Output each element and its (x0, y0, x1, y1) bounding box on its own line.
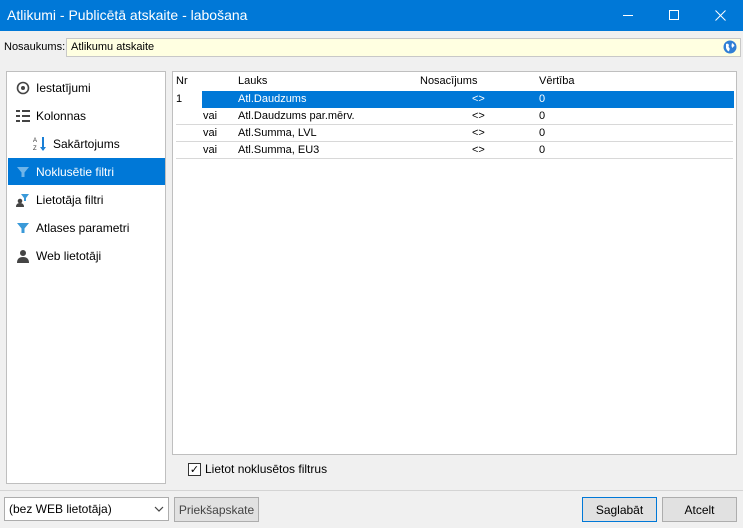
column-header-condition[interactable]: Nosacījums (420, 75, 477, 87)
cell-field: Atl.Summa, EU3 (238, 144, 320, 156)
cell-nr: 1 (176, 93, 183, 105)
name-row: Nosaukums: Atlikumu atskaite (0, 36, 743, 58)
sidebar-item-label: Sakārtojums (53, 136, 120, 151)
sidebar-item-label: Web lietotāji (36, 248, 102, 263)
cell-field: Atl.Daudzums (238, 93, 307, 105)
sort-az-icon: AZ (33, 136, 47, 152)
cell-conjunction: vai (203, 144, 218, 156)
sidebar-item-label: Lietotāja filtri (36, 192, 104, 207)
grid-header: Nr Lauks Nosacījums Vērtība (173, 72, 736, 91)
table-row[interactable]: vai Atl.Summa, EU3 <> 0 (173, 142, 736, 159)
table-row[interactable]: 1 Atl.Daudzums <> 0 (173, 91, 736, 108)
sidebar-item-columns[interactable]: Kolonnas (8, 102, 165, 129)
sidebar-item-label: Kolonnas (36, 108, 87, 123)
name-label: Nosaukums: (4, 41, 66, 53)
cell-value: 0 (539, 127, 546, 139)
sidebar-item-web-users[interactable]: Web lietotāji (8, 242, 165, 269)
maximize-icon (668, 10, 679, 20)
funnel-icon (16, 165, 30, 179)
sidebar-item-sorting[interactable]: AZ Sakārtojums (8, 130, 165, 157)
column-header-value[interactable]: Vērtība (539, 75, 574, 87)
filters-grid: Nr Lauks Nosacījums Vērtība 1 Atl.Daudzu… (172, 71, 737, 455)
table-row[interactable]: vai Atl.Daudzums par.mērv. <> 0 (173, 108, 736, 125)
cell-field: Atl.Summa, LVL (238, 127, 317, 139)
sidebar-item-default-filters[interactable]: Noklusētie filtri (8, 158, 165, 185)
sidebar-item-settings[interactable]: Iestatījumi (8, 74, 165, 101)
cell-conjunction: vai (203, 110, 218, 122)
minimize-button[interactable] (605, 0, 651, 31)
cell-value: 0 (539, 93, 546, 105)
use-default-filters-checkbox[interactable]: ✓ (188, 462, 201, 476)
cell-condition: <> (472, 93, 485, 105)
user-filter-icon (16, 193, 30, 207)
minimize-icon (622, 15, 633, 16)
column-header-nr[interactable]: Nr (176, 75, 188, 87)
cell-value: 0 (539, 110, 546, 122)
funnel-icon (16, 221, 30, 235)
cell-condition: <> (472, 110, 485, 122)
svg-text:Z: Z (33, 146, 37, 152)
checkbox-label: Lietot noklusētos filtrus (205, 462, 328, 476)
sidebar-item-selection-params[interactable]: Atlases parametri (8, 214, 165, 241)
cancel-button[interactable]: Atcelt (662, 497, 737, 522)
column-header-field[interactable]: Lauks (238, 75, 267, 87)
close-button[interactable] (697, 0, 743, 31)
cell-condition: <> (472, 144, 485, 156)
sidebar-item-label: Atlases parametri (36, 220, 130, 235)
gear-icon (16, 81, 30, 95)
sidebar-item-user-filters[interactable]: Lietotāja filtri (8, 186, 165, 213)
cell-value: 0 (539, 144, 546, 156)
web-user-select[interactable]: (bez WEB lietotāja) (4, 497, 169, 521)
maximize-button[interactable] (651, 0, 697, 31)
web-user-select-value: (bez WEB lietotāja) (9, 502, 112, 516)
chevron-down-icon (154, 506, 164, 512)
save-button[interactable]: Saglabāt (582, 497, 657, 522)
sidebar-item-label: Noklusētie filtri (36, 164, 115, 179)
user-icon (16, 249, 30, 263)
title-bar: Atlikumi - Publicētā atskaite - labošana (0, 0, 743, 31)
preview-button[interactable]: Priekšapskate (174, 497, 259, 522)
row-divider (176, 158, 733, 159)
columns-icon (16, 109, 30, 123)
cell-field: Atl.Daudzums par.mērv. (238, 110, 355, 122)
use-default-filters-checkbox-row[interactable]: ✓ Lietot noklusētos filtrus (188, 460, 327, 478)
globe-icon[interactable] (723, 40, 737, 54)
svg-text:A: A (33, 138, 37, 144)
window-title: Atlikumi - Publicētā atskaite - labošana (7, 7, 248, 23)
table-row[interactable]: vai Atl.Summa, LVL <> 0 (173, 125, 736, 142)
footer-divider (0, 490, 743, 491)
sidebar-item-label: Iestatījumi (36, 80, 91, 95)
name-input[interactable]: Atlikumu atskaite (66, 38, 741, 57)
sidebar: Iestatījumi Kolonnas AZ Sakārtojums Nokl… (6, 71, 166, 484)
cell-condition: <> (472, 127, 485, 139)
close-icon (714, 10, 726, 21)
cell-conjunction: vai (203, 127, 218, 139)
